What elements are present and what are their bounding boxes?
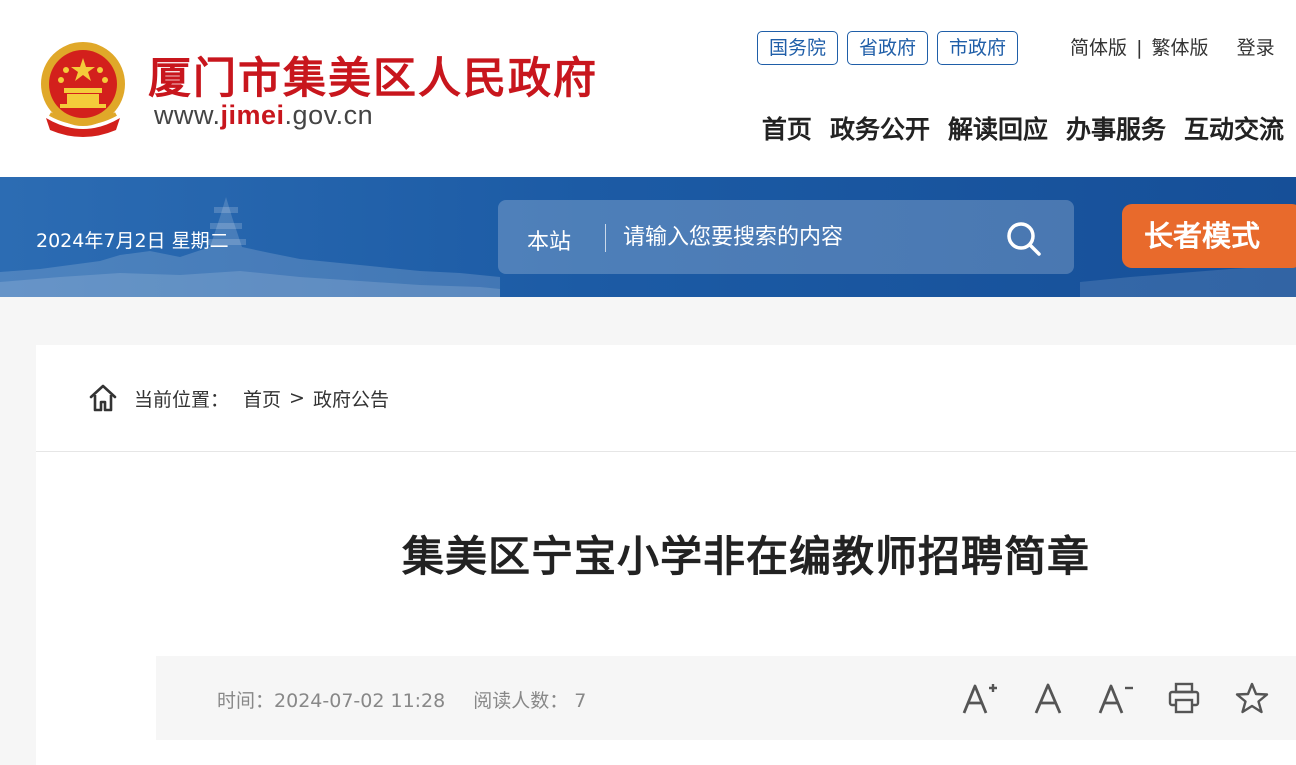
gov-link-state-council[interactable]: 国务院 — [757, 31, 839, 65]
breadcrumb-home-link[interactable]: 首页 — [243, 385, 281, 412]
home-icon — [89, 384, 117, 412]
gov-link-city[interactable]: 市政府 — [937, 31, 1019, 65]
content-card: 当前位置： 首页 > 政府公告 集美区宁宝小学非在编教师招聘简章 时间：2024… — [36, 345, 1296, 765]
search-box: 本站 — [498, 200, 1074, 274]
article-meta: 时间：2024-07-02 11:28 阅读人数： 7 — [217, 686, 586, 713]
font-decrease-button[interactable] — [1082, 678, 1150, 718]
lang-simplified-link[interactable]: 简体版 — [1070, 37, 1127, 59]
site-header: 厦门市集美区人民政府 www.jimei.gov.cn 国务院 省政府 市政府 … — [0, 0, 1296, 177]
current-date: 2024年7月2日 星期二 — [36, 230, 229, 252]
nav-item-home[interactable]: 首页 — [762, 110, 812, 146]
search-icon[interactable] — [1004, 219, 1044, 259]
article-tools — [946, 678, 1286, 718]
font-default-button[interactable] — [1014, 678, 1082, 718]
search-banner: 2024年7月2日 星期二 本站 长者模式 — [0, 177, 1296, 297]
favorite-star-icon — [1235, 682, 1269, 714]
elder-mode-button[interactable]: 长者模式 — [1122, 204, 1296, 268]
lang-separator: | — [1136, 37, 1143, 59]
main-nav: 首页 政务公开 解读回应 办事服务 互动交流 — [762, 110, 1284, 146]
article-meta-bar: 时间：2024-07-02 11:28 阅读人数： 7 — [156, 656, 1296, 740]
nav-item-interpretation[interactable]: 解读回应 — [948, 110, 1048, 146]
print-button[interactable] — [1150, 678, 1218, 718]
view-count-value: 7 — [574, 690, 587, 712]
login-link[interactable]: 登录 — [1237, 37, 1275, 59]
font-decrease-icon — [1098, 684, 1133, 714]
site-url-suffix: .gov.cn — [284, 100, 374, 130]
nav-item-services[interactable]: 办事服务 — [1066, 110, 1166, 146]
top-utility-links: 简体版 | 繁体版 登录 — [1070, 33, 1275, 60]
site-title[interactable]: 厦门市集美区人民政府 — [148, 44, 598, 106]
font-increase-icon — [962, 684, 997, 714]
breadcrumb-label: 当前位置： — [134, 388, 230, 411]
breadcrumb-separator: > — [289, 387, 305, 409]
font-default-icon — [1034, 683, 1062, 714]
breadcrumb: 当前位置： 首页 > 政府公告 — [88, 383, 389, 413]
publish-time-value: 2024-07-02 11:28 — [274, 690, 446, 712]
breadcrumb-divider — [36, 451, 1296, 452]
view-count-label: 阅读人数： — [473, 690, 569, 712]
search-scope-select[interactable]: 本站 — [527, 224, 571, 256]
gov-links: 国务院 省政府 市政府 — [757, 31, 1019, 65]
search-input[interactable] — [623, 217, 983, 257]
font-increase-button[interactable] — [946, 678, 1014, 718]
search-divider — [605, 224, 606, 252]
site-url-highlight: jimei — [220, 100, 285, 130]
favorite-button[interactable] — [1218, 678, 1286, 718]
gov-link-province[interactable]: 省政府 — [847, 31, 929, 65]
publish-time-label: 时间： — [217, 690, 275, 712]
lang-traditional-link[interactable]: 繁体版 — [1152, 37, 1209, 59]
national-emblem-logo — [41, 42, 125, 137]
article-title: 集美区宁宝小学非在编教师招聘简章 — [402, 532, 1091, 581]
nav-item-interaction[interactable]: 互动交流 — [1184, 110, 1284, 146]
site-url[interactable]: www.jimei.gov.cn — [154, 100, 373, 131]
breadcrumb-current-link[interactable]: 政府公告 — [313, 385, 389, 412]
nav-item-gov-affairs[interactable]: 政务公开 — [830, 110, 930, 146]
site-url-prefix: www. — [154, 100, 221, 130]
print-icon — [1168, 682, 1200, 714]
